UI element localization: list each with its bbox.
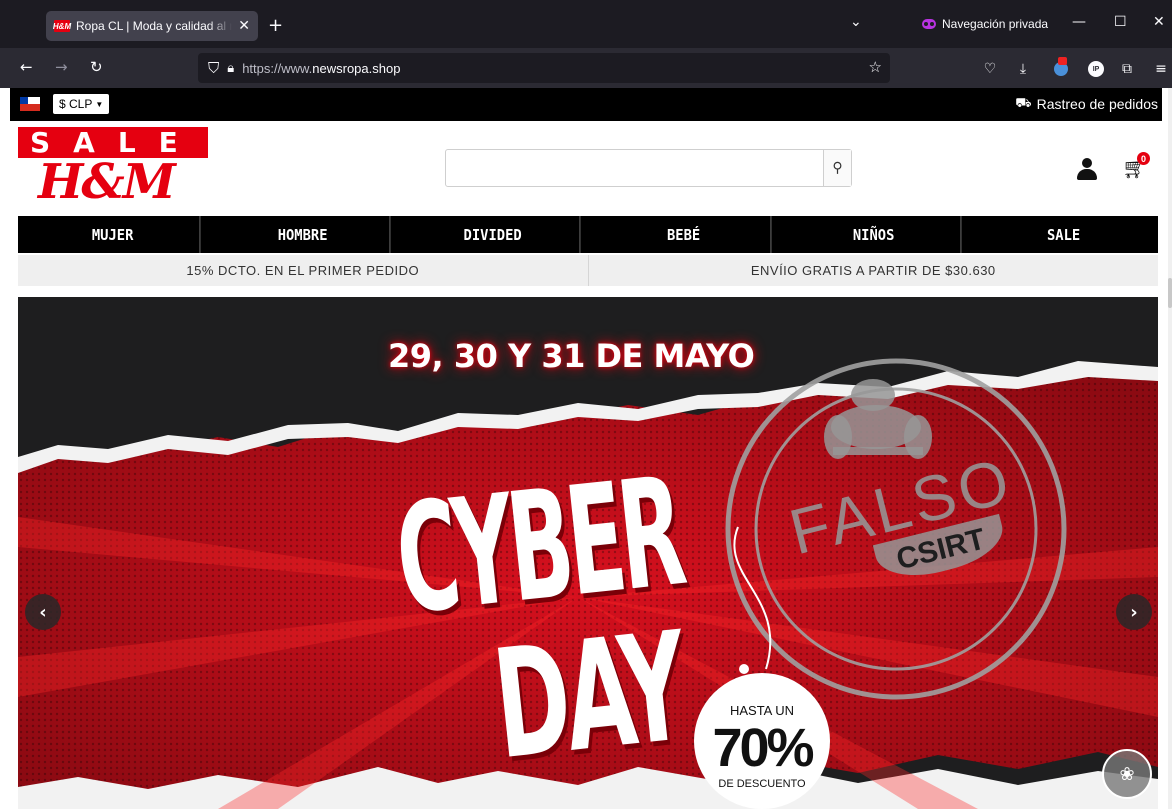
puzzle-icon[interactable]: ⧉ bbox=[1118, 60, 1136, 78]
reload-icon[interactable]: ↻ bbox=[90, 58, 103, 76]
private-label: Navegación privada bbox=[942, 17, 1049, 31]
tab-title: Ropa CL | Moda y calidad al mejor precio bbox=[76, 19, 232, 33]
discount-tag-bottom: DE DESCUENTO bbox=[718, 778, 806, 790]
close-tab-icon[interactable]: ✕ bbox=[238, 18, 250, 34]
close-window-icon[interactable]: ✕ bbox=[1153, 14, 1165, 30]
menu-item-mujer[interactable]: MUJER bbox=[26, 216, 201, 253]
top-bar: $ CLP ▼ ⛟ Rastreo de pedidos bbox=[10, 88, 1162, 121]
menu-item-divided[interactable]: DIVIDED bbox=[406, 216, 581, 253]
page-scrollbar[interactable] bbox=[1168, 88, 1172, 809]
chile-flag-icon bbox=[20, 97, 40, 111]
scrollbar-thumb[interactable] bbox=[1168, 278, 1172, 308]
cart-icon[interactable]: 🛒︎ 0 bbox=[1122, 152, 1150, 182]
menu-item-bebe[interactable]: BEBÉ bbox=[596, 216, 772, 253]
chat-icon[interactable]: ❀ bbox=[1102, 749, 1152, 799]
arrow-left-icon[interactable]: ← bbox=[20, 58, 33, 76]
logo-brand-text: H&M bbox=[38, 154, 176, 210]
search-input[interactable] bbox=[446, 150, 824, 186]
url-text[interactable]: https://www.newsropa.shop bbox=[242, 61, 400, 76]
currency-selector[interactable]: $ CLP ▼ bbox=[53, 94, 110, 114]
menu-item-ninos[interactable]: NIÑOS bbox=[786, 216, 962, 253]
browser-tab[interactable]: H&M Ropa CL | Moda y calidad al mejor pr… bbox=[46, 11, 258, 41]
site-logo[interactable]: SALE H&M bbox=[18, 127, 210, 213]
chevron-down-icon[interactable]: ⌄ bbox=[850, 14, 862, 30]
carousel-prev-button[interactable]: ‹ bbox=[25, 594, 61, 630]
truck-icon: ⛟ bbox=[1015, 95, 1032, 110]
promo-bar: 15% DCTO. EN EL PRIMER PEDIDO ENVÍIO GRA… bbox=[18, 255, 1158, 286]
extension-icon[interactable] bbox=[1050, 56, 1072, 78]
search-icon[interactable]: ⚲ bbox=[823, 150, 851, 186]
caret-down-icon: ▼ bbox=[95, 99, 104, 109]
maximize-icon[interactable]: ☐ bbox=[1114, 14, 1127, 30]
pocket-icon[interactable]: ♡ bbox=[981, 60, 999, 78]
private-mask-icon bbox=[922, 19, 936, 29]
promo-discount: 15% DCTO. EN EL PRIMER PEDIDO bbox=[18, 255, 589, 286]
browser-toolbar: ← → ↻ ⛉ 🔒︎ https://www.newsropa.shop ☆ ♡… bbox=[0, 48, 1172, 88]
arrow-right-icon[interactable]: → bbox=[55, 58, 68, 76]
shield-icon[interactable]: ⛉ bbox=[208, 59, 219, 77]
hero-title-day: DAY bbox=[486, 600, 691, 794]
favicon-icon: H&M bbox=[52, 20, 72, 32]
currency-value: $ CLP bbox=[59, 97, 93, 111]
menu-item-sale[interactable]: SALE bbox=[976, 216, 1150, 253]
main-menu: MUJER HOMBRE DIVIDED BEBÉ NIÑOS SALE bbox=[18, 216, 1158, 253]
hero-dates: 29, 30 Y 31 DE MAYO bbox=[388, 337, 755, 375]
carousel-next-button[interactable]: › bbox=[1116, 594, 1152, 630]
menu-item-hombre[interactable]: HOMBRE bbox=[216, 216, 391, 253]
ip-extension-icon[interactable]: IP bbox=[1088, 61, 1104, 77]
promo-free-shipping: ENVÍIO GRATIS A PARTIR DE $30.630 bbox=[750, 263, 996, 278]
star-icon[interactable]: ☆ bbox=[869, 58, 882, 76]
discount-tag-top: HASTA UN bbox=[729, 703, 795, 718]
cart-count-badge: 0 bbox=[1137, 152, 1150, 165]
discount-tag: HASTA UN 70% DE DESCUENTO bbox=[694, 673, 830, 809]
download-icon[interactable]: ⤓ bbox=[1014, 60, 1032, 78]
hero-banner[interactable]: 29, 30 Y 31 DE MAYO CYBER DAY FALSO CSIR… bbox=[18, 297, 1158, 809]
new-tab-button[interactable]: + bbox=[268, 15, 283, 36]
account-icon[interactable] bbox=[1076, 158, 1098, 180]
discount-tag-percent: 70% bbox=[712, 718, 814, 778]
minimize-icon[interactable]: — bbox=[1072, 14, 1086, 30]
search-box: ⚲ bbox=[445, 149, 852, 187]
browser-tab-bar: H&M Ropa CL | Moda y calidad al mejor pr… bbox=[0, 0, 1172, 48]
private-browsing-indicator: Navegación privada bbox=[922, 17, 1048, 31]
lock-icon[interactable]: 🔒︎ bbox=[227, 61, 234, 76]
order-tracking-label: Rastreo de pedidos bbox=[1036, 96, 1158, 112]
hamburger-icon[interactable]: ≡ bbox=[1152, 60, 1170, 78]
order-tracking-link[interactable]: ⛟ Rastreo de pedidos bbox=[1015, 95, 1158, 113]
web-page: $ CLP ▼ ⛟ Rastreo de pedidos SALE H&M ⚲ … bbox=[0, 88, 1172, 809]
address-bar[interactable]: ⛉ 🔒︎ https://www.newsropa.shop ☆ bbox=[198, 53, 890, 83]
